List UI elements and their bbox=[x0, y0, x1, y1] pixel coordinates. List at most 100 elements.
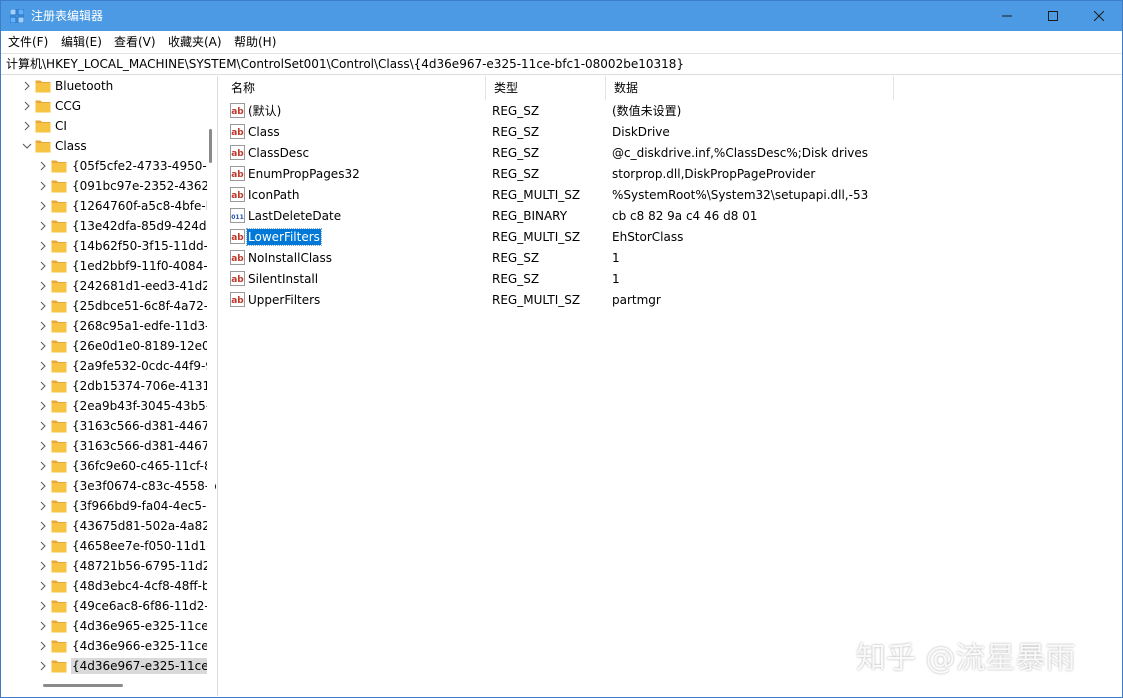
chevron-right-icon[interactable] bbox=[38, 601, 48, 611]
chevron-right-icon[interactable] bbox=[38, 641, 48, 651]
tree-item-label[interactable]: {2a9fe532-0cdc-44f9-9 bbox=[71, 358, 214, 374]
value-row[interactable]: ab IconPath REG_MULTI_SZ %SystemRoot%\Syste… bbox=[223, 184, 1122, 205]
value-name[interactable]: NoInstallClass bbox=[247, 250, 333, 266]
value-name[interactable]: LowerFilters bbox=[246, 228, 322, 246]
value-row[interactable]: ab ClassDesc REG_SZ @c_diskdrive.inf,%Class… bbox=[223, 142, 1122, 163]
tree-item-class-guid[interactable]: {2db15374-706e-4131 bbox=[3, 376, 210, 396]
value-name[interactable]: UpperFilters bbox=[247, 292, 321, 308]
tree-item-label[interactable]: {2ea9b43f-3045-43b5- bbox=[71, 398, 211, 414]
tree-item-class-guid[interactable]: {26e0d1e0-8189-12e0 bbox=[3, 336, 210, 356]
tree-item-class-guid[interactable]: {242681d1-eed3-41d2 bbox=[3, 276, 210, 296]
tree-item-label[interactable]: {25dbce51-6c8f-4a72- bbox=[71, 298, 209, 314]
chevron-right-icon[interactable] bbox=[38, 521, 48, 531]
chevron-right-icon[interactable] bbox=[22, 81, 32, 91]
tree-item-label[interactable]: {2db15374-706e-4131 bbox=[71, 378, 211, 394]
tree-item-label[interactable]: {3163c566-d381-4467- bbox=[71, 418, 215, 434]
tree-item-label[interactable]: {242681d1-eed3-41d2 bbox=[71, 278, 211, 294]
value-name[interactable]: Class bbox=[247, 124, 281, 140]
chevron-right-icon[interactable] bbox=[38, 541, 48, 551]
tree-item-class-guid[interactable]: {4d36e965-e325-11ce- bbox=[3, 616, 213, 636]
value-row[interactable]: ab (默认) REG_SZ (数值未设置) bbox=[223, 100, 1122, 121]
column-header-data[interactable]: 数据 bbox=[606, 76, 894, 100]
chevron-right-icon[interactable] bbox=[38, 481, 48, 491]
tree-item-class-guid[interactable]: {48d3ebc4-4cf8-48ff-b bbox=[3, 576, 210, 596]
tree-item-class-guid[interactable]: {3163c566-d381-4467- bbox=[3, 436, 214, 456]
menu-view[interactable]: 查看(V) bbox=[114, 35, 156, 49]
chevron-down-icon[interactable] bbox=[22, 141, 32, 151]
value-list[interactable]: 名称 类型 数据 ab (默认) REG_SZ (数值未设置) ab Class REG_S… bbox=[223, 76, 1122, 696]
chevron-right-icon[interactable] bbox=[38, 581, 48, 591]
tree-item-label[interactable]: {48d3ebc4-4cf8-48ff-b bbox=[71, 578, 211, 594]
tree-scrollbar-thumb[interactable] bbox=[209, 129, 212, 163]
tree-item-label[interactable]: {1ed2bbf9-11f0-4084- bbox=[71, 258, 209, 274]
tree-item-class-guid[interactable]: {43675d81-502a-4a82 bbox=[3, 516, 210, 536]
menu-edit[interactable]: 编辑(E) bbox=[61, 35, 102, 49]
tree-item-class-guid[interactable]: {3f966bd9-fa04-4ec5-9 bbox=[3, 496, 214, 516]
tree-item-label[interactable]: Bluetooth bbox=[54, 78, 114, 94]
tree-item-class[interactable]: Class bbox=[3, 136, 203, 156]
tree-item-label[interactable]: {091bc97e-2352-4362- bbox=[71, 178, 214, 194]
chevron-right-icon[interactable] bbox=[38, 321, 48, 331]
tree-item-label[interactable]: {268c95a1-edfe-11d3- bbox=[71, 318, 211, 334]
chevron-right-icon[interactable] bbox=[38, 361, 48, 371]
tree-item-class-guid[interactable]: {49ce6ac8-6f86-11d2- bbox=[3, 596, 209, 616]
menu-help[interactable]: 帮助(H) bbox=[234, 35, 276, 49]
chevron-right-icon[interactable] bbox=[22, 101, 32, 111]
value-row[interactable]: ab UpperFilters REG_MULTI_SZ partmgr bbox=[223, 289, 1122, 310]
tree-item-label[interactable]: Class bbox=[54, 138, 88, 154]
pane-splitter[interactable] bbox=[218, 76, 222, 696]
tree-item-label[interactable]: {4d36e966-e325-11ce- bbox=[71, 638, 214, 654]
chevron-right-icon[interactable] bbox=[38, 501, 48, 511]
chevron-right-icon[interactable] bbox=[38, 441, 48, 451]
chevron-right-icon[interactable] bbox=[38, 181, 48, 191]
tree-item-label[interactable]: {3163c566-d381-4467- bbox=[71, 438, 215, 454]
menu-favorites[interactable]: 收藏夹(A) bbox=[168, 35, 222, 49]
chevron-right-icon[interactable] bbox=[38, 221, 48, 231]
address-bar[interactable]: 计算机\HKEY_LOCAL_MACHINE\SYSTEM\ControlSet… bbox=[1, 53, 1122, 75]
tree-item-class-guid[interactable]: {091bc97e-2352-4362- bbox=[3, 176, 213, 196]
tree-item-class-guid[interactable]: {4d36e967-e325-11ce- bbox=[3, 656, 214, 676]
tree-item-class-guid[interactable]: {2a9fe532-0cdc-44f9-9 bbox=[3, 356, 213, 376]
chevron-right-icon[interactable] bbox=[38, 401, 48, 411]
tree-item-class-guid[interactable]: {4d36e966-e325-11ce- bbox=[3, 636, 213, 656]
tree-item-class-guid[interactable]: {25dbce51-6c8f-4a72- bbox=[3, 296, 208, 316]
column-header-name[interactable]: 名称 bbox=[223, 76, 486, 100]
menu-file[interactable]: 文件(F) bbox=[8, 35, 48, 49]
chevron-right-icon[interactable] bbox=[38, 661, 48, 671]
tree-item-class-guid[interactable]: {3163c566-d381-4467- bbox=[3, 416, 214, 436]
tree-item-bluetooth[interactable]: Bluetooth bbox=[3, 76, 203, 96]
tree-item-label[interactable]: {26e0d1e0-8189-12e0 bbox=[71, 338, 211, 354]
key-tree[interactable]: Bluetooth CCG CI Class {05f5cfe2-4733-4950-a… bbox=[3, 76, 218, 696]
column-header-type[interactable]: 类型 bbox=[486, 76, 606, 100]
chevron-right-icon[interactable] bbox=[38, 381, 48, 391]
chevron-right-icon[interactable] bbox=[38, 281, 48, 291]
value-name[interactable]: SilentInstall bbox=[247, 271, 319, 287]
chevron-right-icon[interactable] bbox=[38, 621, 48, 631]
tree-item-label[interactable]: {43675d81-502a-4a82 bbox=[71, 518, 211, 534]
value-row[interactable]: ab EnumPropPages32 REG_SZ storprop.dll,Disk… bbox=[223, 163, 1122, 184]
value-row[interactable]: ab LowerFilters REG_MULTI_SZ EhStorClass bbox=[223, 226, 1122, 247]
tree-item-ccg[interactable]: CCG bbox=[3, 96, 203, 116]
value-row[interactable]: ab NoInstallClass REG_SZ 1 bbox=[223, 247, 1122, 268]
chevron-right-icon[interactable] bbox=[38, 341, 48, 351]
tree-item-label[interactable]: {48721b56-6795-11d2 bbox=[71, 558, 211, 574]
chevron-right-icon[interactable] bbox=[38, 301, 48, 311]
tree-item-class-guid[interactable]: {268c95a1-edfe-11d3- bbox=[3, 316, 210, 336]
tree-item-class-guid[interactable]: {14b62f50-3f15-11dd- bbox=[3, 236, 208, 256]
tree-item-label[interactable]: {3f966bd9-fa04-4ec5-9 bbox=[71, 498, 215, 514]
tree-item-class-guid[interactable]: {13e42dfa-85d9-424d- bbox=[3, 216, 211, 236]
tree-item-label[interactable]: {4d36e967-e325-11ce- bbox=[71, 658, 214, 674]
tree-item-label[interactable]: {49ce6ac8-6f86-11d2- bbox=[71, 598, 210, 614]
tree-item-label[interactable]: CI bbox=[54, 118, 68, 134]
tree-horizontal-scrollbar-thumb[interactable] bbox=[43, 684, 123, 687]
chevron-right-icon[interactable] bbox=[38, 561, 48, 571]
tree-scrollbar[interactable] bbox=[207, 76, 215, 696]
tree-item-label[interactable]: {13e42dfa-85d9-424d- bbox=[71, 218, 212, 234]
chevron-right-icon[interactable] bbox=[22, 121, 32, 131]
chevron-right-icon[interactable] bbox=[38, 241, 48, 251]
title-bar[interactable]: 注册表编辑器 bbox=[1, 1, 1122, 31]
address-path[interactable]: 计算机\HKEY_LOCAL_MACHINE\SYSTEM\ControlSet… bbox=[6, 57, 684, 71]
tree-item-ci[interactable]: CI bbox=[3, 116, 203, 136]
tree-item-class-guid[interactable]: {2ea9b43f-3045-43b5- bbox=[3, 396, 210, 416]
tree-item-class-guid[interactable]: {36fc9e60-c465-11cf-8 bbox=[3, 456, 212, 476]
